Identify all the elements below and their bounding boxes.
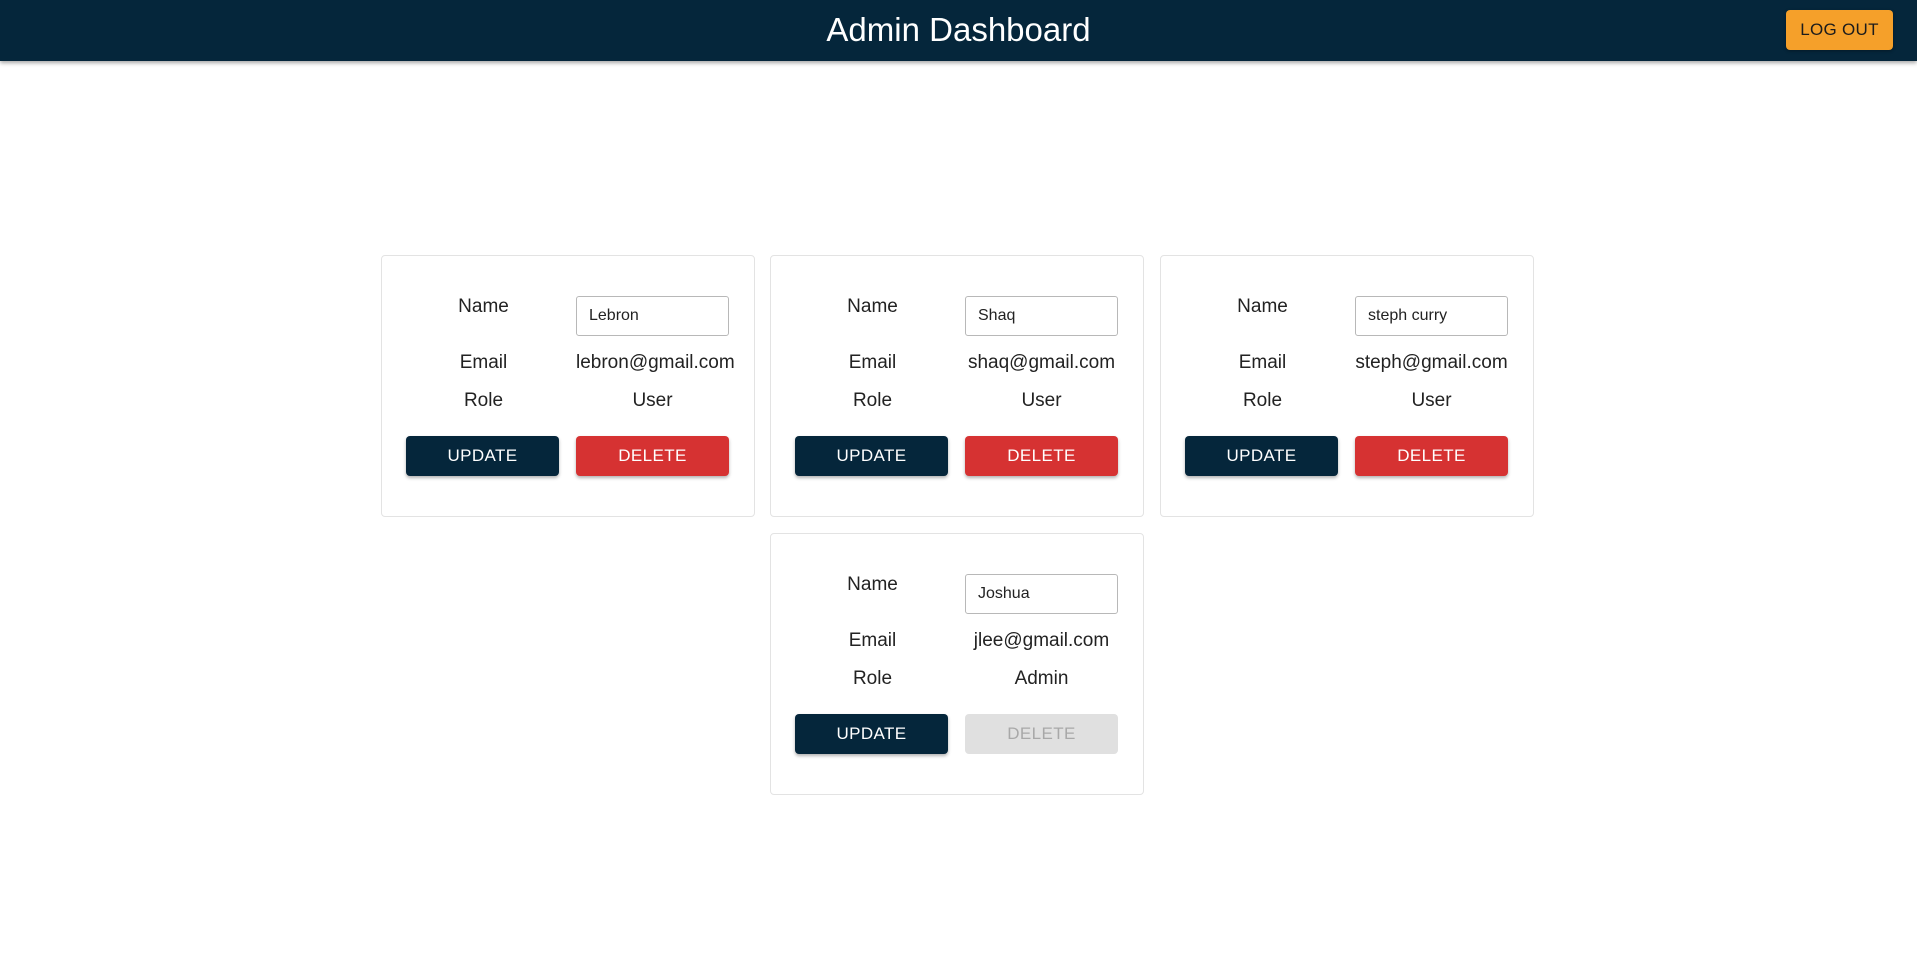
logout-button[interactable]: LOG OUT xyxy=(1786,10,1893,50)
email-value: lebron@gmail.com xyxy=(576,352,735,373)
name-input[interactable] xyxy=(576,296,729,336)
delete-button[interactable]: DELETE xyxy=(965,436,1118,476)
role-label: Role xyxy=(463,390,504,411)
delete-button-disabled: DELETE xyxy=(965,714,1118,754)
name-label: Name xyxy=(847,296,898,317)
email-label: Email xyxy=(1238,352,1287,373)
email-value: jlee@gmail.com xyxy=(973,630,1110,651)
user-card: Name Email shaq@gmail.com Role User UPDA… xyxy=(770,255,1144,517)
top-app-bar: Admin Dashboard LOG OUT xyxy=(0,0,1917,61)
role-value: User xyxy=(632,390,673,411)
role-value: User xyxy=(1021,390,1062,411)
role-label: Role xyxy=(852,390,893,411)
email-value: shaq@gmail.com xyxy=(967,352,1116,373)
email-label: Email xyxy=(848,352,897,373)
email-label: Email xyxy=(848,630,897,651)
name-input[interactable] xyxy=(965,574,1118,614)
user-card: Name Email jlee@gmail.com Role Admin UPD… xyxy=(770,533,1144,795)
email-value: steph@gmail.com xyxy=(1355,352,1508,373)
email-label: Email xyxy=(459,352,508,373)
name-input[interactable] xyxy=(1355,296,1508,336)
name-input[interactable] xyxy=(965,296,1118,336)
update-button[interactable]: UPDATE xyxy=(795,436,948,476)
update-button[interactable]: UPDATE xyxy=(1185,436,1338,476)
update-button[interactable]: UPDATE xyxy=(795,714,948,754)
delete-button[interactable]: DELETE xyxy=(576,436,729,476)
update-button[interactable]: UPDATE xyxy=(406,436,559,476)
name-label: Name xyxy=(847,574,898,595)
user-card: Name Email lebron@gmail.com Role User UP… xyxy=(381,255,755,517)
user-card: Name Email steph@gmail.com Role User UPD… xyxy=(1160,255,1534,517)
name-label: Name xyxy=(458,296,509,317)
page-title: Admin Dashboard xyxy=(826,11,1091,48)
role-label: Role xyxy=(852,668,893,689)
name-label: Name xyxy=(1237,296,1288,317)
delete-button[interactable]: DELETE xyxy=(1355,436,1508,476)
role-value: User xyxy=(1411,390,1452,411)
role-label: Role xyxy=(1242,390,1283,411)
role-value: Admin xyxy=(1014,668,1069,689)
